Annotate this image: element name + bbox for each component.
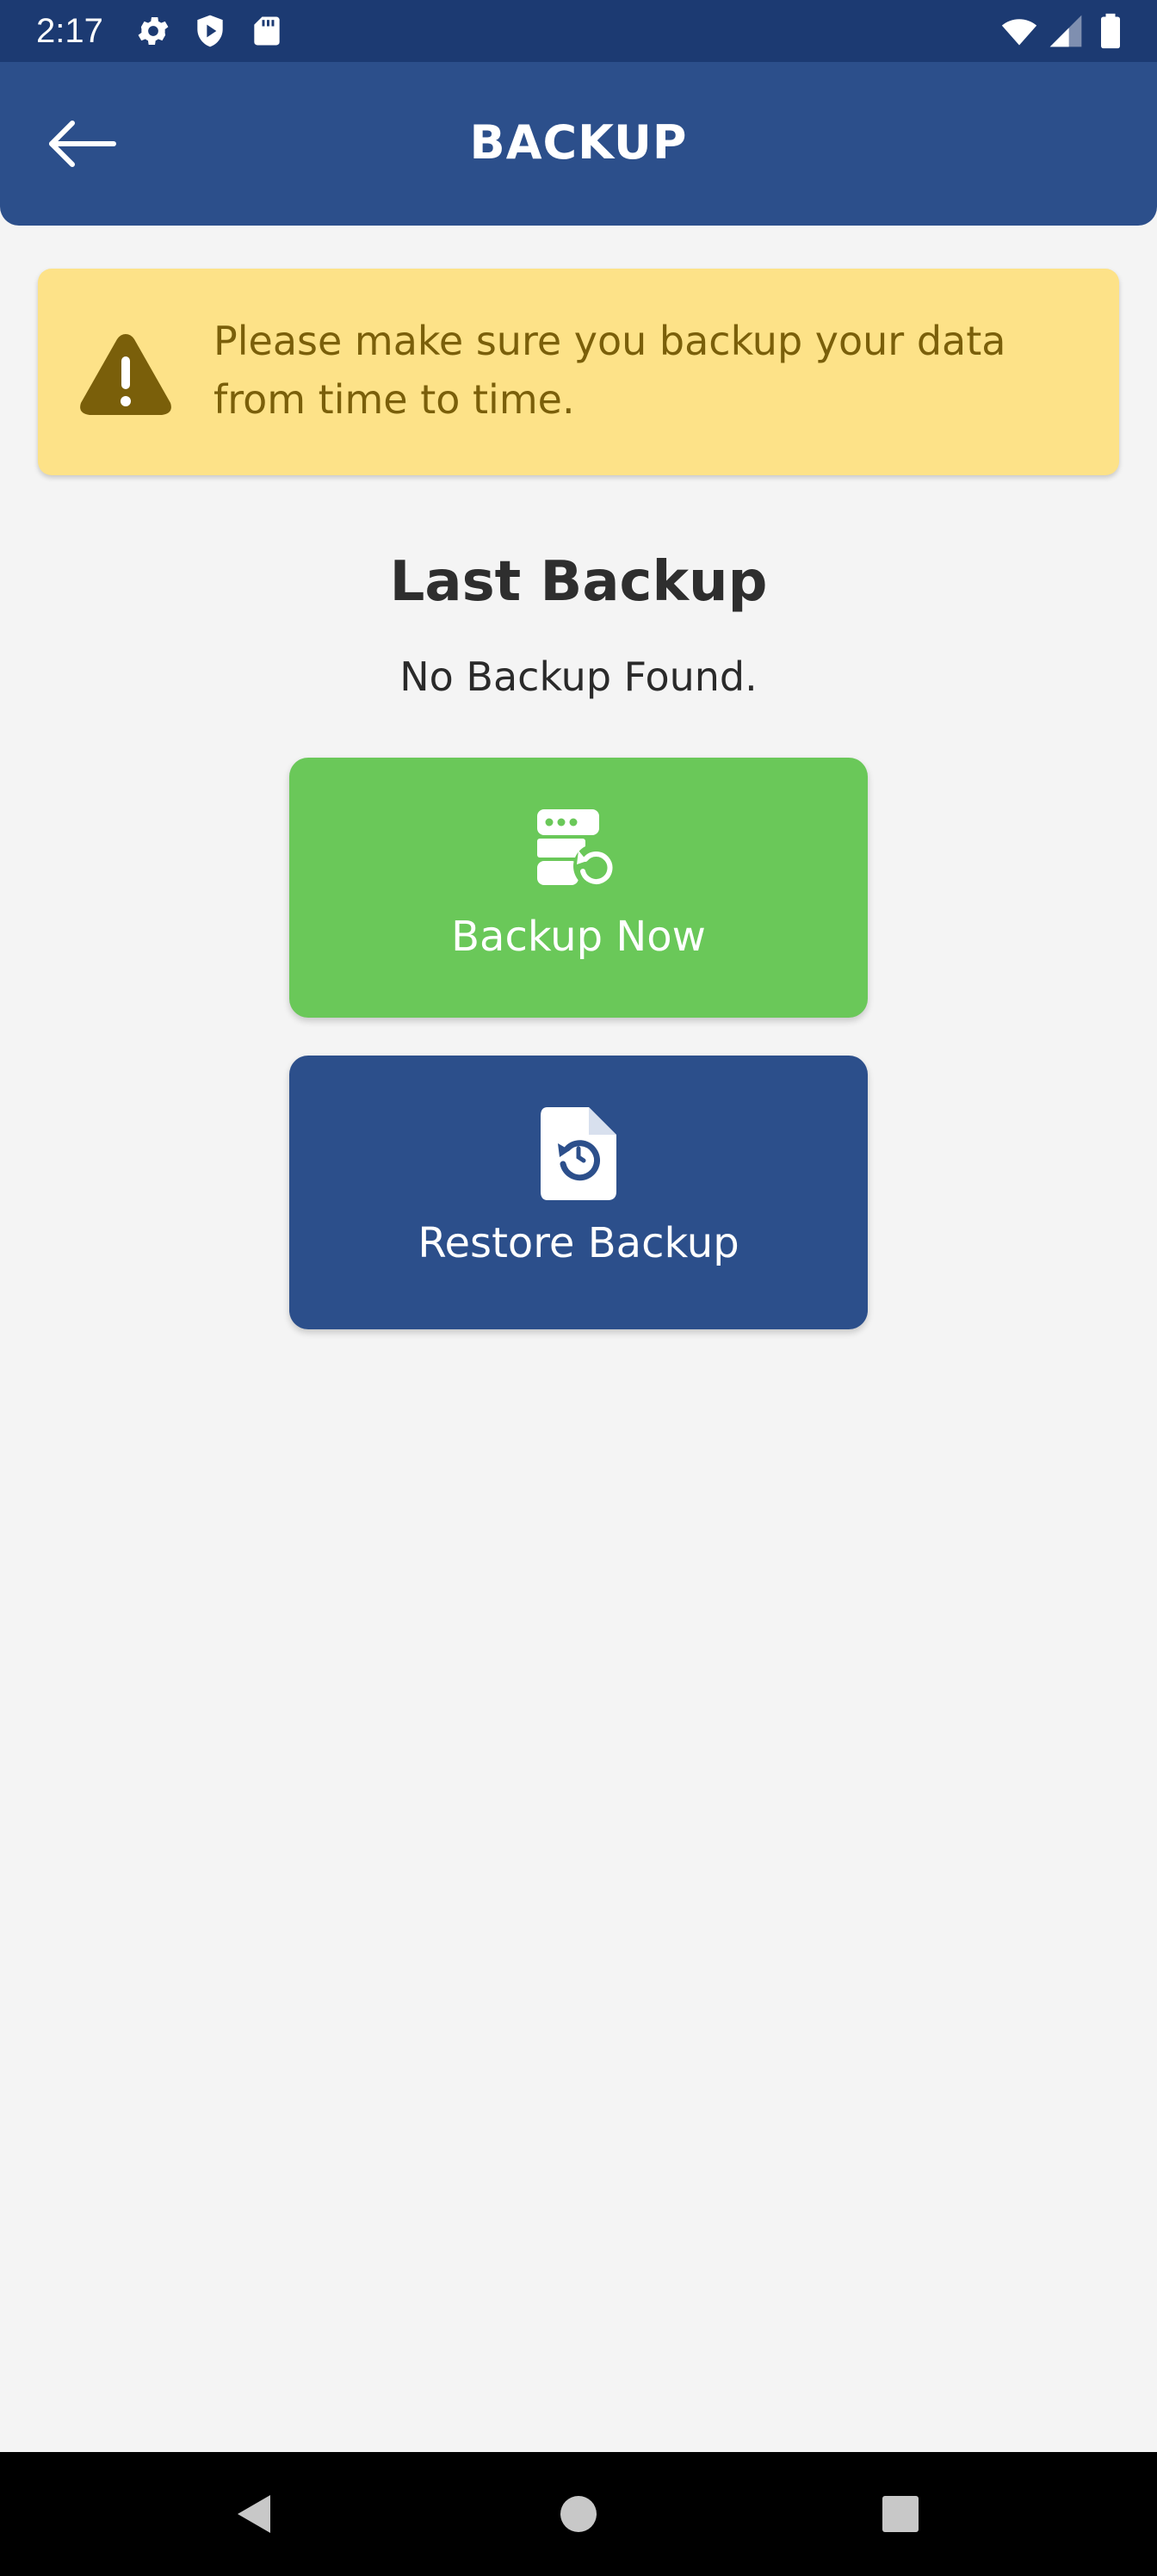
file-restore-icon (541, 1107, 616, 1200)
shield-play-icon (197, 15, 223, 47)
app-bar: BACKUP (0, 62, 1157, 226)
status-bar: 2:17 (0, 0, 1157, 62)
home-circle-icon[interactable] (548, 2483, 609, 2545)
status-time: 2:17 (36, 12, 103, 50)
restore-backup-button[interactable]: Restore Backup (289, 1056, 868, 1329)
backup-icon-wrap (289, 806, 868, 892)
gear-icon (138, 17, 169, 45)
warning-triangle-icon (80, 334, 171, 415)
cell-signal-icon (1049, 15, 1082, 47)
restore-icon-wrap (289, 1105, 868, 1202)
page-title: BACKUP (469, 115, 688, 170)
back-triangle-icon[interactable] (222, 2483, 284, 2545)
warning-banner: Please make sure you backup your data fr… (38, 269, 1119, 475)
wifi-icon (1001, 19, 1037, 46)
restore-backup-label: Restore Backup (418, 1219, 739, 1267)
navigation-bar (0, 2452, 1157, 2576)
recents-square-icon[interactable] (869, 2483, 931, 2545)
backup-now-button[interactable]: Backup Now (289, 758, 868, 1018)
backup-now-label: Backup Now (451, 913, 706, 961)
sd-card-icon (254, 16, 280, 46)
last-backup-status: No Backup Found. (399, 653, 758, 700)
warning-message: Please make sure you backup your data fr… (213, 318, 1006, 423)
server-restore-icon (537, 809, 618, 889)
battery-icon (1101, 13, 1120, 49)
last-backup-title: Last Backup (389, 550, 768, 614)
